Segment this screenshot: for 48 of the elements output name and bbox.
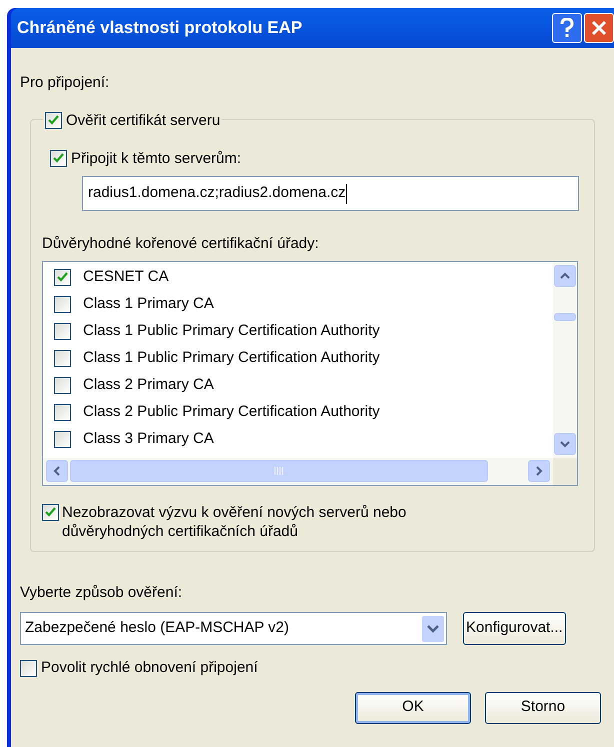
list-item[interactable]: Class 1 Public Primary Certification Authority xyxy=(54,318,553,344)
vertical-scrollbar[interactable] xyxy=(553,262,577,458)
list-item[interactable]: CESNET CA xyxy=(54,264,553,290)
chevron-down-icon xyxy=(427,624,439,634)
checkbox[interactable] xyxy=(54,322,71,340)
checkbox[interactable] xyxy=(54,376,71,394)
method-dropdown[interactable]: Zabezpečené heslo (EAP-MSCHAP v2) xyxy=(20,612,447,645)
checkbox[interactable] xyxy=(54,430,71,448)
field-value: radius1.domena.cz;radius2.domena.cz xyxy=(88,183,346,204)
configure-button[interactable]: Konfigurovat... xyxy=(463,612,566,645)
list-item[interactable]: Class 3 Primary CA xyxy=(54,426,553,452)
close-icon xyxy=(591,20,607,36)
checkbox[interactable] xyxy=(54,268,71,286)
checkbox[interactable] xyxy=(42,504,59,520)
grip-icon xyxy=(274,466,284,476)
help-button[interactable] xyxy=(552,13,582,43)
scroll-thumb[interactable] xyxy=(554,312,576,320)
list-item[interactable]: Class 1 Primary CA xyxy=(54,290,553,318)
checkbox[interactable] xyxy=(54,404,71,420)
window-title: Chráněné vlastnosti protokolu EAP xyxy=(17,17,304,40)
cancel-button[interactable]: Storno xyxy=(485,692,601,724)
horizontal-scrollbar[interactable] xyxy=(43,458,553,484)
checkbox-label: Nezobrazovat výzvu k ověření nových serverů nebo důvěryhodných certifikačních úřadů xyxy=(62,502,408,540)
scroll-left-button[interactable] xyxy=(46,460,68,482)
section-label: Vyberte způsob ověření: xyxy=(20,582,184,602)
scroll-right-button[interactable] xyxy=(528,460,550,482)
close-button[interactable] xyxy=(584,13,614,43)
checkbox[interactable] xyxy=(45,112,62,130)
scroll-up-button[interactable] xyxy=(554,264,576,286)
section-label: Pro připojení: xyxy=(20,73,110,93)
scrollbar-corner xyxy=(553,458,577,484)
checkbox[interactable] xyxy=(20,660,37,677)
checkbox[interactable] xyxy=(50,150,67,168)
checkbox[interactable] xyxy=(54,296,71,312)
scroll-down-button[interactable] xyxy=(554,432,576,454)
servers-field[interactable]: radius1.domena.cz;radius2.domena.cz xyxy=(82,176,579,211)
scroll-thumb[interactable] xyxy=(70,460,488,482)
dropdown-value: Zabezpečené heslo (EAP-MSCHAP v2) xyxy=(25,618,290,638)
checkbox-label: Ověřit certifikát serveru xyxy=(66,110,220,130)
checkbox-label: Povolit rychlé obnovení připojení xyxy=(41,658,258,678)
help-icon xyxy=(560,18,574,38)
list-label: Důvěryhodné kořenové certifikační úřady: xyxy=(42,234,320,254)
list-item[interactable]: Class 1 Public Primary Certification Authority xyxy=(54,344,553,372)
checkbox-label: Připojit k těmto serverům: xyxy=(71,148,242,168)
checkbox[interactable] xyxy=(54,350,71,366)
list-item[interactable]: Class 2 Primary CA xyxy=(54,372,553,398)
list-item[interactable]: Class 2 Public Primary Certification Authority xyxy=(54,398,553,426)
ok-button[interactable]: OK xyxy=(355,692,471,724)
